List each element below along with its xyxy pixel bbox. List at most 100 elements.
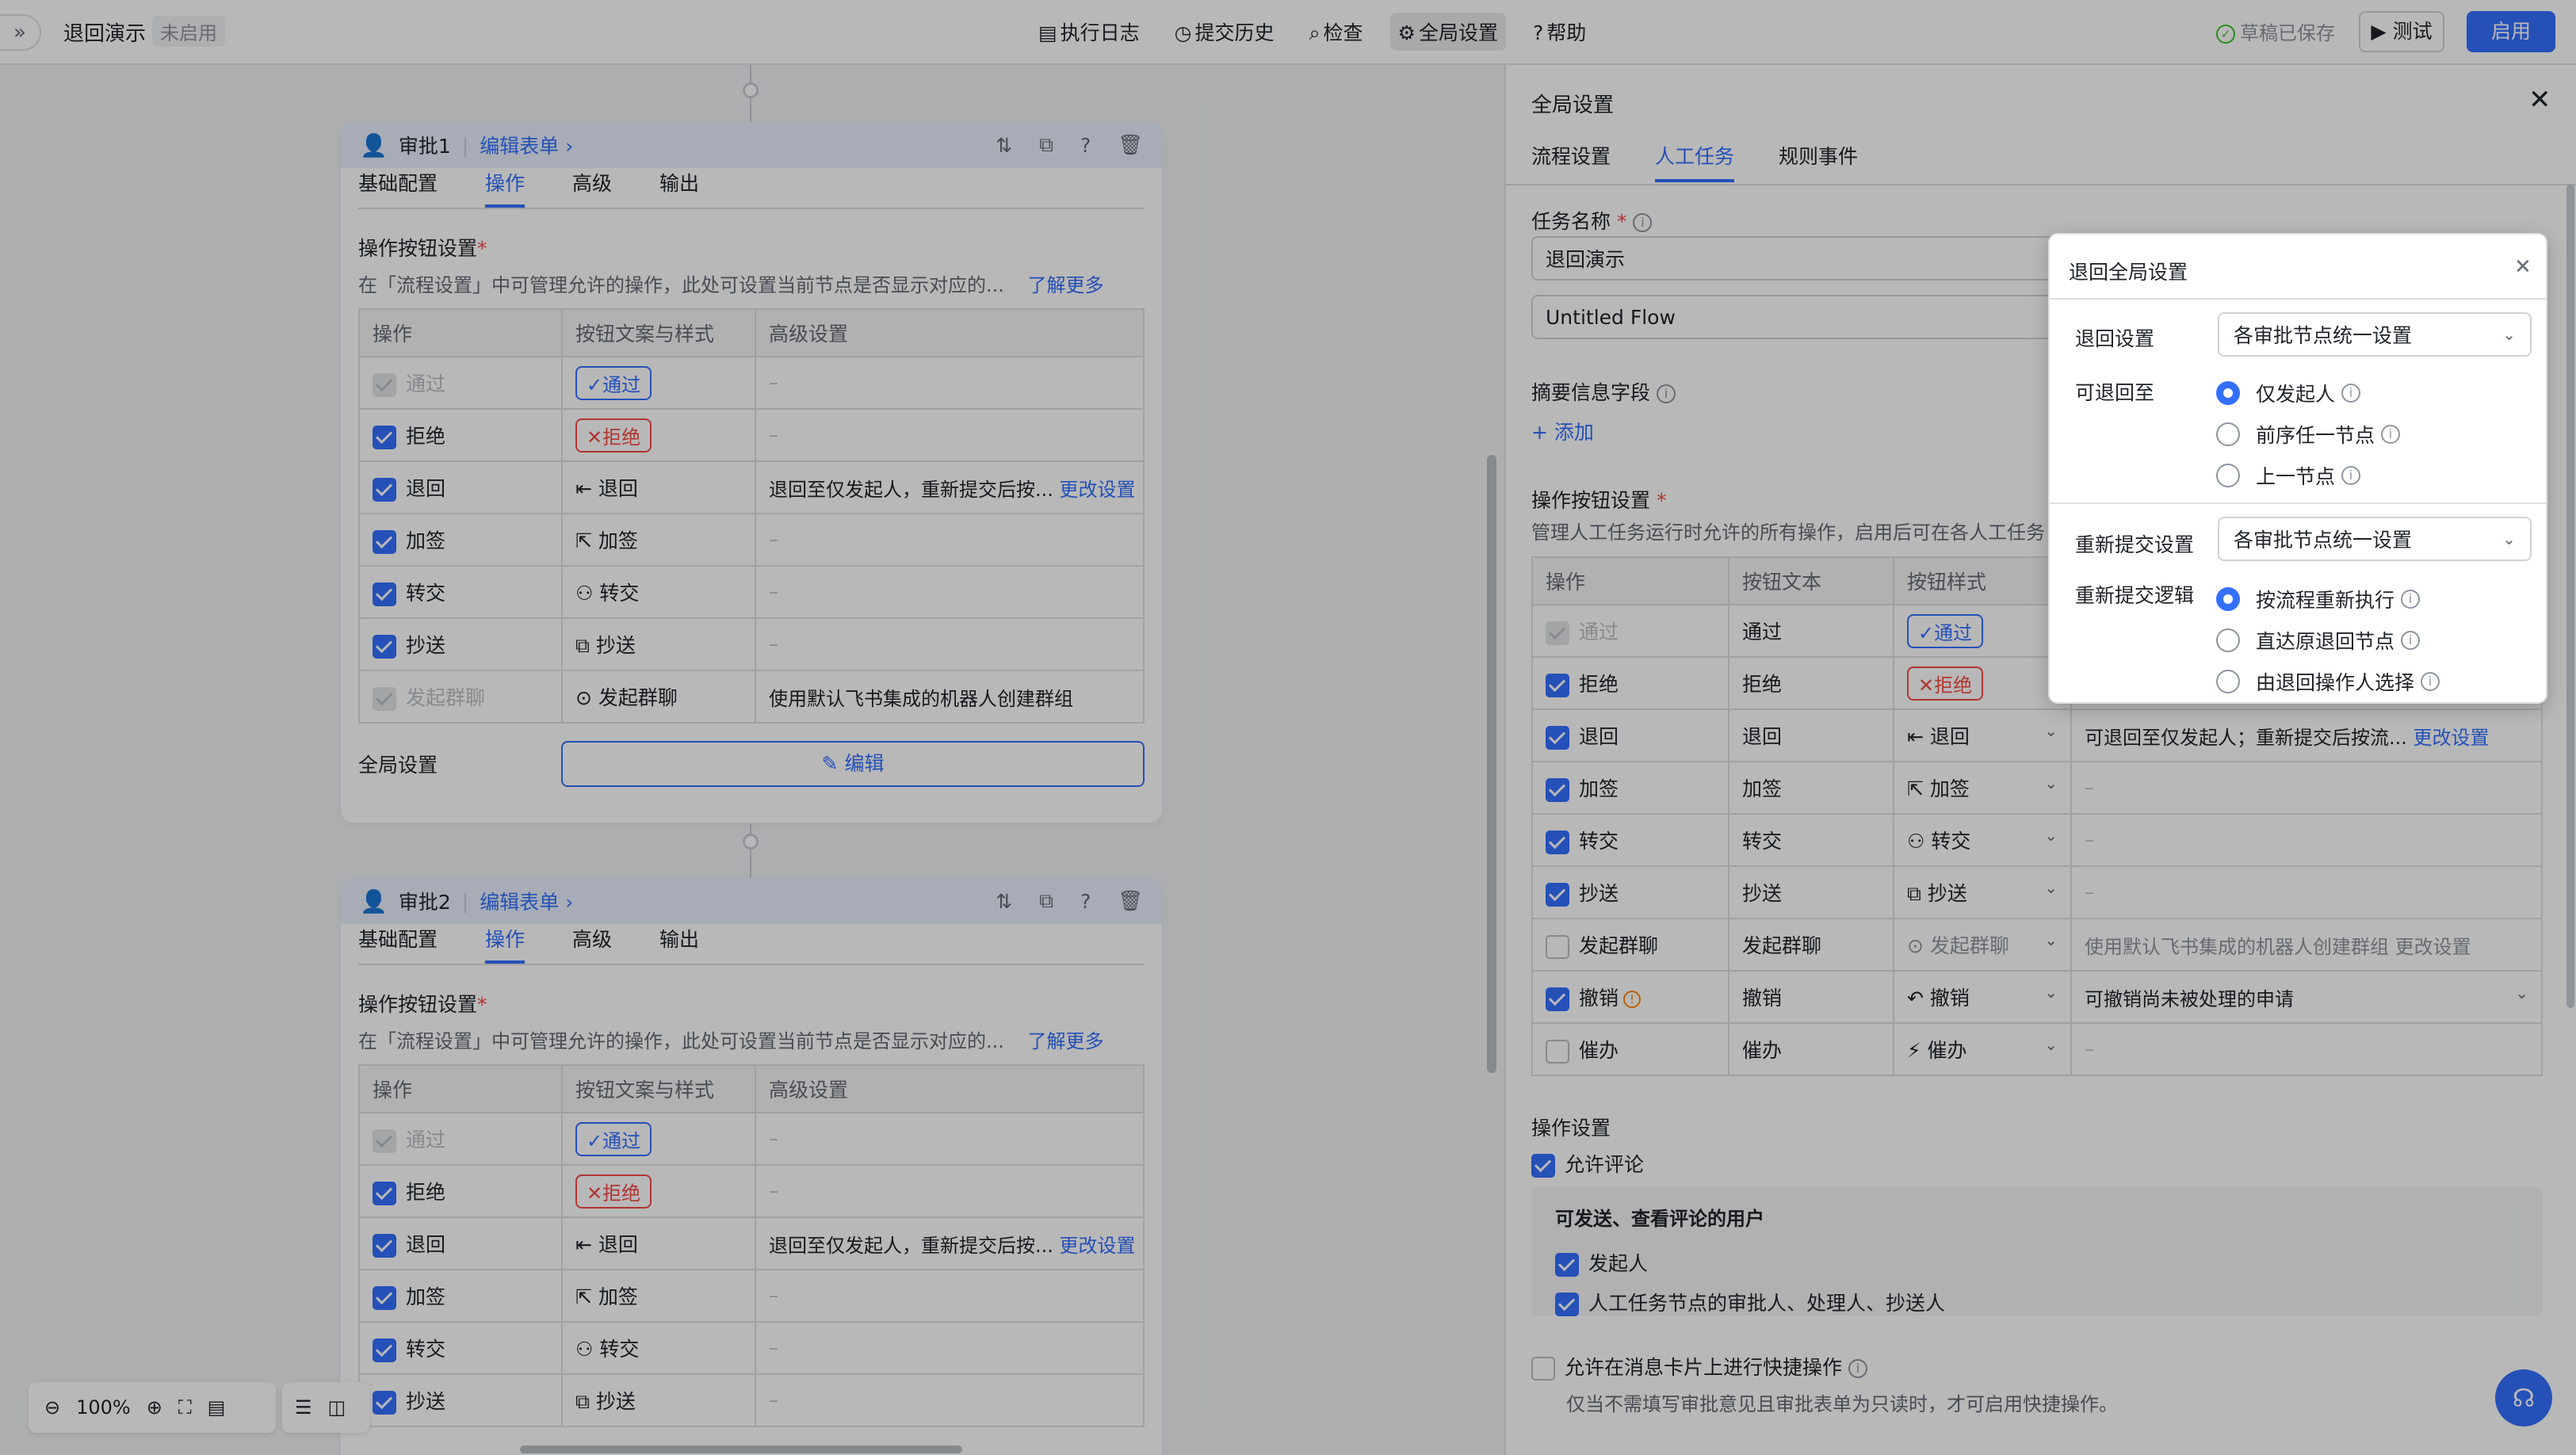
expand-icon[interactable]: ◫ [328,1396,346,1419]
checkbox[interactable] [1555,1253,1579,1277]
button-style-plain[interactable]: ⧉ 抄送 [575,634,636,657]
enable-button[interactable]: 启用 [2467,11,2555,52]
button-style-plain[interactable]: ⇤ 退回 [575,477,638,500]
button-style-plain[interactable]: ⚇ 转交 [575,1338,639,1361]
button-style-tag[interactable]: ✓通过 [575,1121,652,1156]
checkbox[interactable] [1546,831,1569,854]
checkbox[interactable] [1555,1293,1579,1316]
button-style-cell[interactable]: ⧉ 抄送 ⌄ [1893,865,2072,919]
learn-more-link[interactable]: 了解更多 [1028,274,1104,296]
flow-canvas[interactable]: 👤 审批1 | 编辑表单 › ⇅ ⧉ ? 🗑 基础配置 操作 高级 输出 操作按钮设置… [0,65,1504,1455]
tab-0[interactable]: 基础配置 [358,168,438,208]
checkbox[interactable] [1546,778,1569,802]
panel-tab-2[interactable]: 规则事件 [1779,141,1858,179]
radio[interactable] [2216,464,2240,487]
tab-3[interactable]: 输出 [659,168,699,208]
checkbox[interactable] [1546,883,1569,907]
checkbox[interactable] [373,530,396,554]
edit-form-link[interactable]: 编辑表单 › [480,887,573,915]
add-summary-link[interactable]: + 添加 [1531,417,1594,445]
checkbox[interactable] [373,582,396,606]
zoom-in-icon[interactable]: ⊕ [147,1396,162,1419]
radio-option[interactable]: 上一节点 i [2216,455,2400,496]
button-style-plain[interactable]: ⧉ 抄送 [575,1390,636,1413]
expand-sidebar-button[interactable]: » [0,14,41,51]
panel-tab-1[interactable]: 人工任务 [1655,141,1735,182]
radio[interactable] [2216,422,2240,446]
checkbox[interactable] [373,1129,396,1153]
tab-1[interactable]: 操作 [485,168,526,208]
checkbox[interactable] [373,373,396,397]
vertical-scrollbar[interactable] [1487,455,1496,1073]
help-icon[interactable]: ? [1080,890,1091,913]
quick-action-checkbox[interactable]: 允许在消息卡片上进行快捷操作 i [1531,1352,1868,1381]
fit-view-icon[interactable]: ⛶ [178,1396,192,1419]
change-settings-link[interactable]: 更改设置 [1060,1235,1136,1257]
checkbox[interactable] [1546,621,1569,645]
close-icon[interactable]: ✕ [2514,255,2532,279]
button-style-tag[interactable]: ✕拒绝 [1907,666,1984,701]
collapse-icon[interactable]: ⇅ [996,134,1012,157]
checkbox[interactable] [373,1391,396,1415]
checkbox[interactable] [1546,674,1569,697]
change-settings-link[interactable]: 更改设置 [2414,727,2490,749]
edit-form-link[interactable]: 编辑表单 › [480,131,573,159]
radio-option[interactable]: 按流程重新执行 i [2216,579,2440,620]
checkbox[interactable] [373,1234,396,1258]
button-style-plain[interactable]: ⊙ 发起群聊 [575,686,678,709]
support-button[interactable]: ☊ [2495,1369,2552,1426]
checkbox[interactable] [1546,935,1569,959]
checkbox[interactable] [373,687,396,711]
edit-global-button[interactable]: ✎ 编辑 [561,741,1145,787]
button-style-tag[interactable]: ✕拒绝 [575,1174,652,1209]
button-style-cell[interactable]: ↶ 撤销 ⌄ [1893,970,2072,1024]
button-style-plain[interactable]: ⚇ 转交 [1907,830,1970,853]
button-style-cell[interactable]: ⚡ 催办 ⌄ [1893,1022,2072,1076]
copy-icon[interactable]: ⧉ [1039,133,1053,157]
tab-2[interactable]: 高级 [572,168,612,208]
delete-icon[interactable]: 🗑 [1118,889,1143,913]
chevron-down-icon[interactable]: ⌄ [2515,983,2528,1002]
button-style-cell[interactable]: ⚇ 转交 ⌄ [1893,813,2072,867]
button-style-plain[interactable]: ⚡ 催办 [1907,1039,1967,1062]
radio-option[interactable]: 前序任一节点 i [2216,414,2401,455]
change-settings-link[interactable]: 更改设置 [2395,936,2471,958]
button-style-cell[interactable]: ⇤ 退回 ⌄ [1893,708,2072,762]
checkbox[interactable] [373,635,396,659]
button-style-plain[interactable]: ⧉ 抄送 [1907,882,1967,905]
return-setting-select[interactable]: 各审批节点统一设置 ⌄ [2218,312,2532,357]
menu-help[interactable]: ? 帮助 [1525,13,1594,51]
copy-icon[interactable]: ⧉ [1039,889,1053,913]
checkbox[interactable] [1531,1357,1555,1381]
menu-history[interactable]: ◷ 提交历史 [1167,13,1282,51]
button-style-plain[interactable]: ↶ 撤销 [1907,987,1970,1010]
minimap-icon[interactable]: ▤ [208,1396,226,1419]
radio-option[interactable]: 仅发起人 i [2216,372,2400,414]
tab-2[interactable]: 高级 [572,924,612,964]
collapse-icon[interactable]: ⇅ [996,890,1012,913]
button-style-cell[interactable]: ⊙ 发起群聊 ⌄ [1893,918,2072,972]
button-style-plain[interactable]: ⇱ 加签 [575,529,638,552]
panel-scrollbar[interactable] [2566,184,2574,1008]
radio[interactable] [2216,628,2240,652]
button-style-tag[interactable]: ✓通过 [1907,613,1984,648]
approval-node-2[interactable]: 👤 审批2 | 编辑表单 › ⇅ ⧉ ? 🗑 基础配置 操作 高级 输出 操作按钮设置… [341,878,1162,1455]
button-style-tag[interactable]: ✕拒绝 [575,418,652,453]
button-style-plain[interactable]: ⇱ 加签 [1907,777,1970,800]
button-style-plain[interactable]: ⇤ 退回 [1907,725,1970,748]
checkbox[interactable] [373,1339,396,1362]
menu-check[interactable]: ⌕ 检查 [1301,13,1370,51]
checkbox[interactable] [373,426,396,449]
radio-option[interactable]: 直达原退回节点 i [2216,620,2440,661]
checkbox[interactable] [373,1182,396,1205]
panel-tab-0[interactable]: 流程设置 [1531,141,1611,179]
tab-1[interactable]: 操作 [485,924,526,964]
button-style-plain[interactable]: ⇱ 加签 [575,1285,638,1308]
menu-gear[interactable]: ⚙ 全局设置 [1389,13,1506,51]
checkbox[interactable] [373,478,396,502]
menu-log[interactable]: ▤ 执行日志 [1030,13,1148,51]
checkbox[interactable] [373,1286,396,1310]
resubmit-select[interactable]: 各审批节点统一设置 ⌄ [2218,517,2532,561]
tab-0[interactable]: 基础配置 [358,924,438,964]
button-style-plain[interactable]: ⊙ 发起群聊 [1907,934,2009,957]
